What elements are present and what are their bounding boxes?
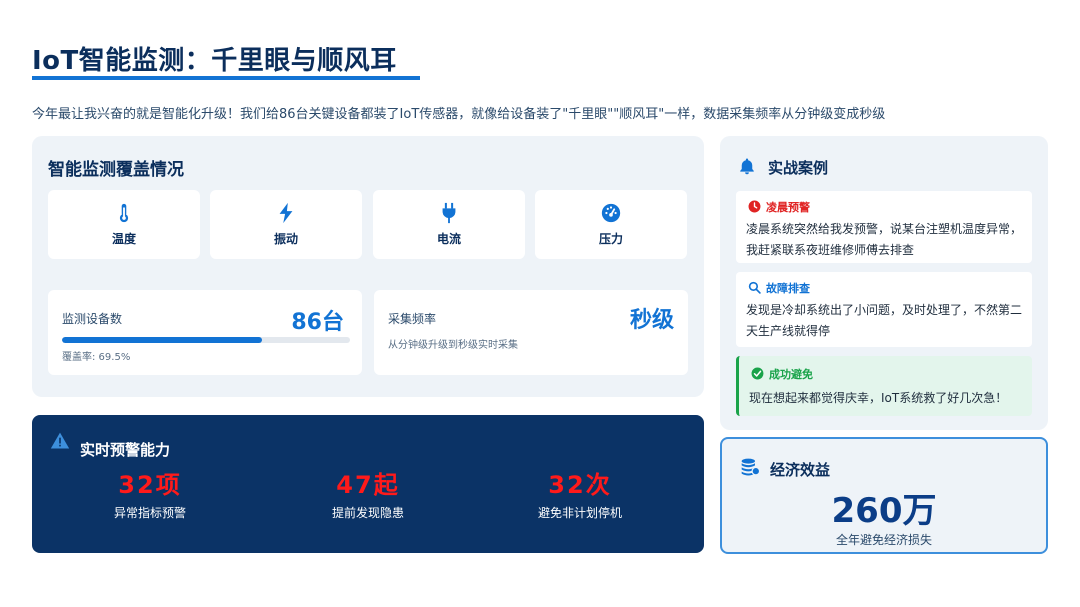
coverage-title: 智能监测覆盖情况 xyxy=(48,160,184,180)
coins-icon xyxy=(741,458,760,476)
alert-metric-value: 32次 xyxy=(548,471,612,499)
page-subtitle: 今年最让我兴奋的就是智能化升级！我们给86台关键设备都装了IoT传感器，就像给设… xyxy=(32,107,886,122)
alert-panel: 实时预警能力 32项 异常指标预警 47起 提前发现隐患 32次 避免非计划停机 xyxy=(32,415,704,553)
alert-metric-label: 异常指标预警 xyxy=(113,506,186,520)
case-tag: 成功避免 xyxy=(769,368,813,381)
case-tag: 凌晨预警 xyxy=(766,201,810,214)
sensor-label: 电流 xyxy=(436,232,461,246)
sensor-label: 振动 xyxy=(273,232,298,246)
case-text: 发现是冷却系统出了小问题，及时处理了，不然第二天生产线就得停 xyxy=(746,303,1023,338)
case-text: 现在想起来都觉得庆幸，IoT系统救了好几次急！ xyxy=(749,391,1008,405)
alert-metric: 32次 避免非计划停机 xyxy=(480,465,680,521)
sensor-card-vibration[interactable]: 振动 xyxy=(210,190,362,259)
alert-metric-value: 32项 xyxy=(118,471,182,499)
plug-icon xyxy=(442,202,456,224)
page-title: IoT智能监测：千里眼与顺风耳 xyxy=(32,46,397,76)
alert-metric-label: 提前发现隐患 xyxy=(331,506,404,520)
economy-title: 经济效益 xyxy=(770,461,831,479)
frequency-note: 从分钟级升级到秒级实时采集 xyxy=(388,340,518,351)
sensor-label: 压力 xyxy=(598,232,623,246)
coverage-progress-bar xyxy=(62,337,350,343)
frequency-card: 采集频率 秒级 从分钟级升级到秒级实时采集 xyxy=(374,290,688,375)
alert-title: 实时预警能力 xyxy=(80,441,171,459)
case-tag: 故障排查 xyxy=(766,282,810,295)
thermometer-icon xyxy=(119,203,129,223)
economy-card: 经济效益 260万 全年避免经济损失 xyxy=(720,437,1048,554)
economy-desc: 全年避免经济损失 xyxy=(835,533,932,547)
device-count-card: 监测设备数 86台 覆盖率: 69.5% xyxy=(48,290,362,375)
search-icon xyxy=(748,281,761,294)
check-circle-icon xyxy=(751,367,764,380)
alert-metric-value: 47起 xyxy=(336,471,400,499)
coverage-rate: 覆盖率: 69.5% xyxy=(62,352,131,363)
warning-icon xyxy=(50,432,70,449)
case-card-troubleshoot[interactable]: 故障排查 发现是冷却系统出了小问题，及时处理了，不然第二天生产线就得停 xyxy=(736,272,1032,347)
sensor-card-temperature[interactable]: 温度 xyxy=(48,190,200,259)
alert-metric: 47起 提前发现隐患 xyxy=(268,465,468,521)
frequency-label: 采集频率 xyxy=(388,312,437,326)
economy-value: 260万 xyxy=(831,491,937,531)
bell-icon xyxy=(740,158,754,175)
device-count-label: 监测设备数 xyxy=(62,312,123,326)
case-text: 凌晨系统突然给我发预警，说某台注塑机温度异常，我赶紧联系夜班维修师傅去排查 xyxy=(746,222,1023,257)
title-underline xyxy=(32,76,420,80)
clock-icon xyxy=(748,200,761,213)
sensor-card-pressure[interactable]: 压力 xyxy=(535,190,687,259)
cases-title: 实战案例 xyxy=(768,159,829,177)
bolt-icon xyxy=(279,202,293,224)
case-card-success[interactable]: 成功避免 现在想起来都觉得庆幸，IoT系统救了好几次急！ xyxy=(736,356,1032,416)
alert-metric: 32项 异常指标预警 xyxy=(50,465,250,521)
device-count-value: 86台 xyxy=(291,310,344,335)
case-card-night-alert[interactable]: 凌晨预警 凌晨系统突然给我发预警，说某台注塑机温度异常，我赶紧联系夜班维修师傅去… xyxy=(736,191,1032,263)
gauge-icon xyxy=(601,203,621,223)
alert-metric-label: 避免非计划停机 xyxy=(537,506,622,520)
coverage-progress-fill xyxy=(62,337,263,343)
frequency-value: 秒级 xyxy=(629,308,674,333)
sensor-card-current[interactable]: 电流 xyxy=(373,190,525,259)
sensor-label: 温度 xyxy=(111,232,136,246)
